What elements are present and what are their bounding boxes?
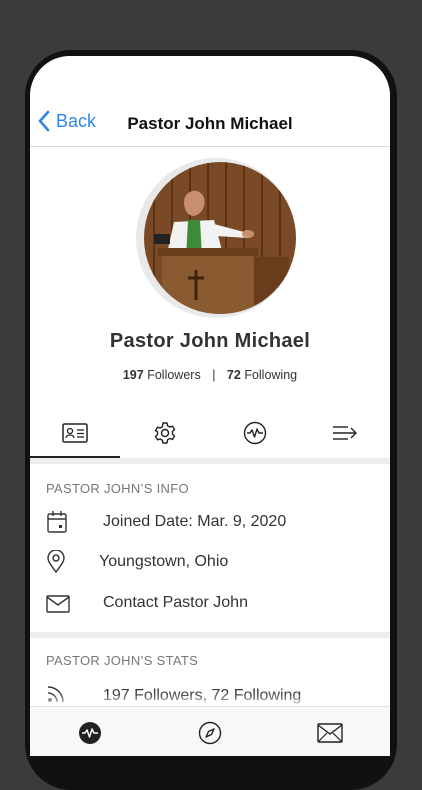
- bottom-tab-messages[interactable]: [270, 707, 390, 756]
- location-row: Youngstown, Ohio: [30, 542, 390, 582]
- gear-icon: [154, 422, 176, 444]
- tab-activity[interactable]: [210, 408, 300, 458]
- joined-date-row: Joined Date: Mar. 9, 2020: [30, 502, 390, 542]
- activity-icon: [79, 722, 101, 744]
- bottom-tab-explore[interactable]: [150, 707, 270, 756]
- avatar-ring: [136, 158, 296, 318]
- stats-section-header: PASTOR JOHN’S STATS: [46, 653, 199, 668]
- location-pin-icon: [47, 550, 65, 574]
- section-divider: [30, 632, 390, 638]
- joined-date-text: Joined Date: Mar. 9, 2020: [103, 513, 287, 530]
- section-divider: [30, 458, 390, 464]
- calendar-icon: [47, 511, 67, 533]
- bottom-tab-bar: [30, 706, 390, 756]
- profile-name: Pastor John Michael: [109, 330, 311, 352]
- tab-info[interactable]: [30, 408, 120, 458]
- bottom-tab-activity[interactable]: [30, 707, 150, 756]
- contact-card-icon: [62, 423, 88, 443]
- navigation-bar: Back Pastor John Michael: [30, 56, 390, 147]
- tab-more[interactable]: [300, 408, 390, 458]
- avatar: [144, 162, 296, 314]
- followers-label: Followers: [147, 368, 201, 382]
- profile-tabs: [30, 408, 390, 458]
- activity-icon: [243, 421, 267, 445]
- app-screen: Back Pastor John Michael Pastor John Mic…: [30, 56, 390, 756]
- contact-text[interactable]: Contact Pastor John: [103, 594, 248, 612]
- page-title: Pastor John Michael: [127, 114, 293, 133]
- contact-row[interactable]: Contact Pastor John: [30, 583, 390, 623]
- mail-icon: [46, 595, 70, 613]
- following-count: 72: [226, 368, 241, 382]
- followers-count: 197: [122, 368, 144, 382]
- counts-separator: |: [212, 368, 216, 382]
- compass-icon: [198, 721, 222, 745]
- info-section-header: PASTOR JOHN’S INFO: [46, 481, 189, 496]
- following-label: Following: [244, 368, 298, 382]
- follow-counts: 197 Followers | 72 Following: [30, 368, 390, 382]
- list-arrow-icon: [333, 426, 357, 440]
- rss-icon: [47, 686, 64, 703]
- location-text: Youngstown, Ohio: [99, 553, 229, 570]
- followers-summary-text: 197 Followers, 72 Following: [103, 687, 302, 704]
- tab-settings[interactable]: [120, 408, 210, 458]
- mail-icon: [317, 723, 343, 743]
